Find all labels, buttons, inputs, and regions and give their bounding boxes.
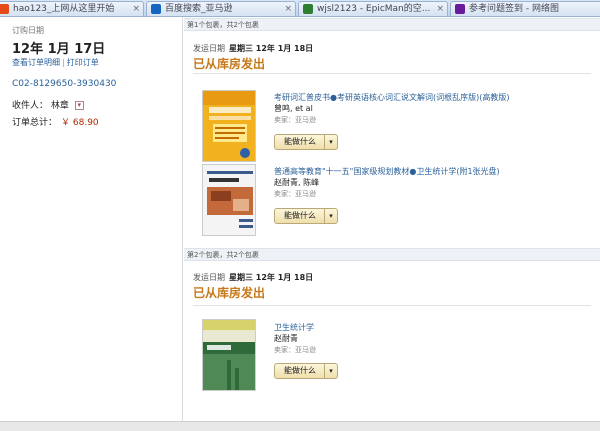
epicman-favicon-icon bbox=[303, 4, 313, 14]
what-can-i-do-button[interactable]: 能做什么 ▾ bbox=[274, 363, 338, 379]
view-order-details-link[interactable]: 查看订单明细 bbox=[12, 58, 60, 67]
chevron-down-icon[interactable]: ▾ bbox=[324, 135, 337, 149]
shipments-panel: 第1个包裹，共2个包裹 发运日期 星期三 12年 1月 18日 已从库房发出 考研… bbox=[184, 17, 600, 421]
order-total-amount: ￥ 68.90 bbox=[61, 118, 99, 128]
package-2-ship-date: 发运日期 星期三 12年 1月 18日 bbox=[193, 272, 313, 283]
browser-tab-strip: hao123_上网从这里开始 × 百度搜索_亚马逊 × wjsl2123 - E… bbox=[0, 0, 600, 17]
recipient-label: 收件人： bbox=[12, 101, 49, 111]
chevron-down-icon[interactable]: ▾ bbox=[324, 364, 337, 378]
tab-label: 百度搜索_亚马逊 bbox=[165, 4, 233, 14]
book-title-link[interactable]: 卫生统计学 bbox=[274, 322, 594, 333]
order-total-label: 订单总计： bbox=[12, 118, 58, 128]
book-title-link[interactable]: 普通高等教育"十一五"国家级规划教材●卫生统计学(附1张光盘) bbox=[274, 166, 594, 177]
package-1-status: 已从库房发出 bbox=[193, 57, 266, 71]
what-can-i-do-button[interactable]: 能做什么 ▾ bbox=[274, 208, 338, 224]
print-order-link[interactable]: 打印订单 bbox=[67, 58, 99, 67]
divider bbox=[193, 305, 591, 306]
package-2-status: 已从库房发出 bbox=[193, 286, 266, 300]
book-seller: 卖家：亚马逊 bbox=[274, 190, 316, 198]
divider bbox=[193, 73, 591, 74]
button-label: 能做什么 bbox=[284, 366, 316, 375]
tab-close-icon[interactable]: × bbox=[132, 2, 140, 16]
browser-tab-2[interactable]: 百度搜索_亚马逊 × bbox=[146, 1, 296, 16]
recipient-name: 林章 bbox=[50, 101, 69, 111]
package-1-ship-date: 发运日期 星期三 12年 1月 18日 bbox=[193, 43, 313, 54]
browser-tab-1[interactable]: hao123_上网从这里开始 × bbox=[0, 1, 144, 16]
button-label: 能做什么 bbox=[284, 211, 316, 220]
browser-tab-4[interactable]: 参考问题签到 - 网络图 bbox=[450, 1, 600, 16]
hao123-favicon-icon bbox=[0, 4, 9, 14]
tab-label: 参考问题签到 - 网络图 bbox=[469, 4, 559, 14]
ship-date-value: 星期三 12年 1月 18日 bbox=[229, 44, 314, 53]
what-can-i-do-button[interactable]: 能做什么 ▾ bbox=[274, 134, 338, 150]
tab-close-icon[interactable]: × bbox=[284, 2, 292, 16]
order-links: 查看订单明细 | 打印订单 bbox=[12, 57, 99, 68]
book-author: 曾鸣, et al bbox=[274, 104, 313, 113]
package-1-header: 第1个包裹，共2个包裹 bbox=[184, 18, 600, 31]
book-cover-image[interactable] bbox=[202, 164, 256, 236]
order-date: 12年 1月 17日 bbox=[12, 42, 106, 57]
link-separator: | bbox=[62, 58, 65, 67]
order-date-label: 订购日期 bbox=[12, 26, 44, 35]
book-author: 赵耐青 bbox=[274, 334, 298, 343]
book-seller: 卖家：亚马逊 bbox=[274, 116, 316, 124]
tab-label: hao123_上网从这里开始 bbox=[13, 4, 115, 14]
book-cover-image[interactable] bbox=[202, 319, 256, 391]
book-cover-image[interactable] bbox=[202, 90, 256, 162]
tab-label: wjsl2123 - EpicMan的空... bbox=[317, 4, 431, 14]
tab-close-icon[interactable]: × bbox=[436, 2, 444, 16]
browser-tab-3[interactable]: wjsl2123 - EpicMan的空... × bbox=[298, 1, 448, 16]
ship-date-value: 星期三 12年 1月 18日 bbox=[229, 273, 314, 282]
package-2-header: 第2个包裹，共2个包裹 bbox=[184, 248, 600, 261]
book-title-link[interactable]: 考研词汇普皮书●考研英语核心词汇说文解词(词根乱序版)(高教版) bbox=[274, 92, 594, 103]
recipient-row: 收件人： 林章 ▾ bbox=[12, 98, 84, 111]
window-bottom-edge bbox=[0, 421, 600, 431]
button-label: 能做什么 bbox=[284, 137, 316, 146]
order-total-row: 订单总计： ￥ 68.90 bbox=[12, 115, 99, 128]
book-seller: 卖家：亚马逊 bbox=[274, 346, 316, 354]
ship-date-label: 发运日期 bbox=[193, 273, 225, 282]
baidu-favicon-icon bbox=[151, 4, 161, 14]
book-author: 赵耐青, 陈峰 bbox=[274, 178, 320, 187]
recipient-dropdown-icon[interactable]: ▾ bbox=[74, 101, 84, 110]
order-number-link[interactable]: C02-8129650-3930430 bbox=[12, 79, 116, 89]
ship-date-label: 发运日期 bbox=[193, 44, 225, 53]
page-favicon-icon bbox=[455, 4, 465, 14]
chevron-down-icon[interactable]: ▾ bbox=[324, 209, 337, 223]
order-summary-panel: 订购日期 12年 1月 17日 查看订单明细 | 打印订单 C02-8129650-… bbox=[0, 17, 183, 421]
